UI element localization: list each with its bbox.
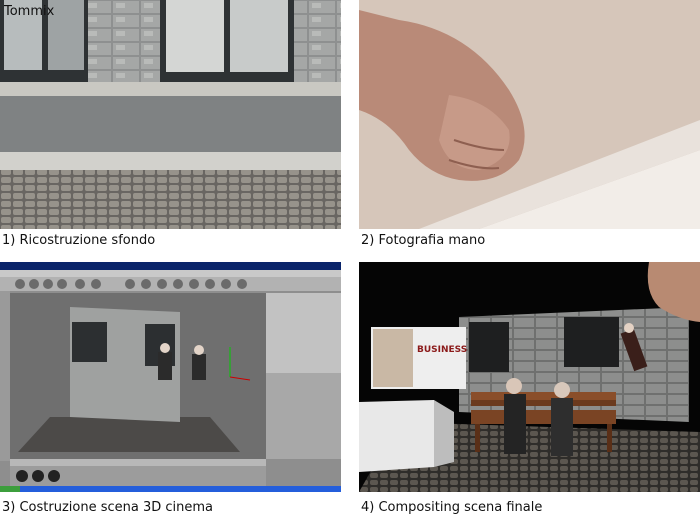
start-button [0,486,20,492]
caption-4: 4) Compositing scena finale [361,500,543,515]
object-manager [266,293,341,373]
panel-hand-photo [359,0,700,229]
final-scene: BUSINESS [359,262,700,492]
sign-text: BUSINESS [417,345,467,355]
menu-bar [0,270,341,277]
attribute-panel [266,373,341,459]
caption-3: 3) Costruzione scena 3D cinema [2,500,214,515]
watermark-text: Tommix [4,4,55,19]
panel-final-compositing: BUSINESS [359,262,700,492]
left-tool-strip [0,291,10,461]
caption-2: 2) Fotografia mano [361,233,486,248]
cinema4d-window [0,262,341,492]
caption-1: 1) Ricostruzione sfondo [2,233,156,248]
timeline [10,459,266,466]
street-wall-photo [0,0,341,229]
title-bar [0,262,341,270]
panel-cinema4d-screenshot [0,262,341,492]
windows-taskbar [0,486,341,492]
hand-photo [359,0,700,229]
panel-background-reconstruction: Tommix [0,0,341,229]
